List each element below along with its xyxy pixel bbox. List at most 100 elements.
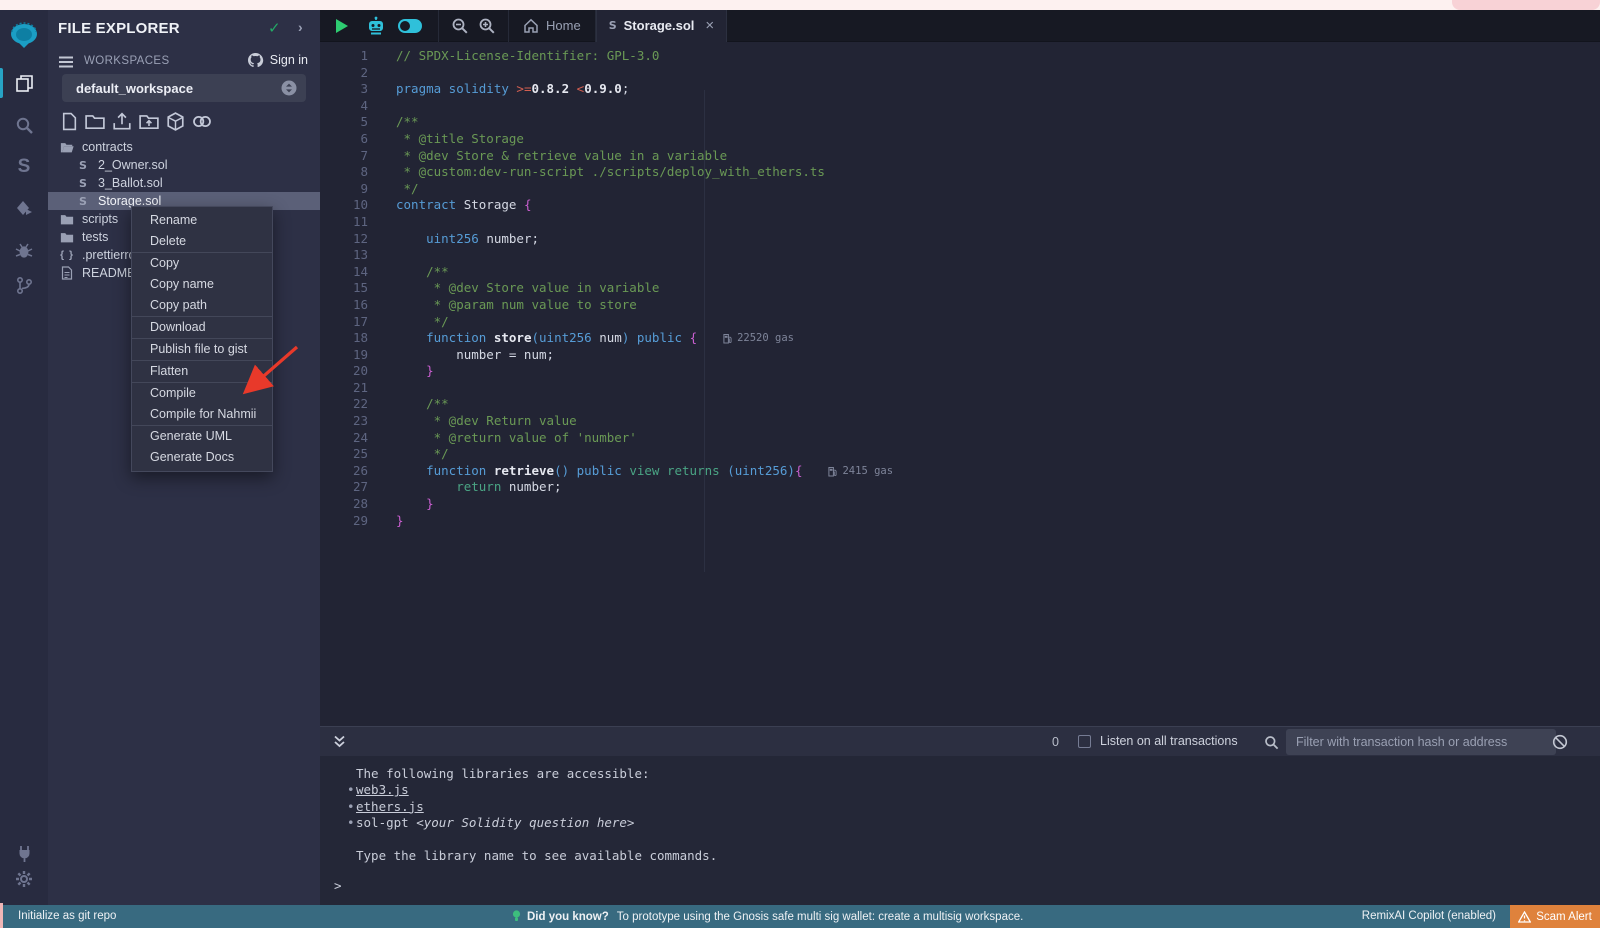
line-number: 9 <box>320 181 372 198</box>
line-number: 21 <box>320 380 372 397</box>
line-number: 12 <box>320 231 372 248</box>
line-number: 22 <box>320 396 372 413</box>
ai-copilot-toggle[interactable] <box>398 19 422 33</box>
lightbulb-icon <box>512 910 521 923</box>
line-number: 2 <box>320 65 372 82</box>
did-you-know-tip: Did you know? To prototype using the Gno… <box>512 910 1023 923</box>
workspace-dropdown[interactable]: default_workspace <box>62 74 306 102</box>
transaction-filter-input[interactable] <box>1286 729 1556 755</box>
template-cube-icon[interactable] <box>166 112 185 131</box>
panel-title: FILE EXPLORER <box>58 20 180 37</box>
menu-item-copy-name[interactable]: Copy name <box>132 274 272 295</box>
code-line: 26 function retrieve() public view retur… <box>320 463 1600 480</box>
code-line: 25 */ <box>320 446 1600 463</box>
code-line: 3pragma solidity >=0.8.2 <0.9.0; <box>320 81 1600 98</box>
line-number: 23 <box>320 413 372 430</box>
line-number: 8 <box>320 164 372 181</box>
menu-item-generate-docs[interactable]: Generate Docs <box>132 447 272 468</box>
code-line: 1// SPDX-License-Identifier: GPL-3.0 <box>320 48 1600 65</box>
code-editor[interactable]: 1// SPDX-License-Identifier: GPL-3.023pr… <box>320 42 1600 726</box>
scam-alert-button[interactable]: Scam Alert <box>1510 905 1600 928</box>
line-number: 17 <box>320 314 372 331</box>
remix-ai-robot-icon[interactable] <box>366 16 386 36</box>
line-number: 29 <box>320 513 372 530</box>
expand-terminal-icon[interactable] <box>332 734 347 749</box>
menu-item-copy[interactable]: Copy <box>132 253 272 274</box>
menu-item-delete[interactable]: Delete <box>132 231 272 252</box>
listen-checkbox[interactable] <box>1078 735 1091 748</box>
copilot-status[interactable]: RemixAI Copilot (enabled) <box>1362 910 1496 922</box>
zoom-in-icon[interactable] <box>478 17 496 35</box>
code-line: 19 number = num; <box>320 347 1600 364</box>
hamburger-icon[interactable] <box>58 55 74 69</box>
line-number: 4 <box>320 98 372 115</box>
tab-storage-sol[interactable]: S Storage.sol × <box>596 10 728 42</box>
browser-top-strip <box>0 0 1600 10</box>
gas-estimate: 2415 gas <box>828 463 893 480</box>
sidebar-item-settings[interactable] <box>0 862 48 896</box>
run-script-icon[interactable] <box>336 19 348 33</box>
terminal-search-icon[interactable] <box>1264 735 1279 750</box>
gas-estimate: 22520 gas <box>723 330 794 347</box>
new-file-icon[interactable] <box>60 112 78 131</box>
library-link[interactable]: ethers.js <box>356 799 424 814</box>
remix-logo-icon[interactable] <box>0 16 48 56</box>
bullet: • <box>347 799 355 815</box>
library-link[interactable]: web3.js <box>356 782 409 797</box>
code-line: 16 * @param num value to store <box>320 297 1600 314</box>
tree-item-2-owner-sol[interactable]: S2_Owner.sol <box>48 156 320 174</box>
line-number: 24 <box>320 430 372 447</box>
line-number: 15 <box>320 280 372 297</box>
code-line: 4 <box>320 98 1600 115</box>
sidebar-item-debugger[interactable] <box>0 234 48 268</box>
sidebar-item-file-explorer[interactable] <box>0 66 48 100</box>
code-line: 12 uint256 number; <box>320 231 1600 248</box>
clear-console-icon[interactable] <box>1552 734 1568 750</box>
line-number: 26 <box>320 463 372 480</box>
new-folder-icon[interactable] <box>85 112 105 131</box>
code-line: 15 * @dev Store value in variable <box>320 280 1600 297</box>
line-number: 18 <box>320 330 372 347</box>
link-icon[interactable] <box>192 112 212 131</box>
line-number: 25 <box>320 446 372 463</box>
tab-home[interactable]: Home <box>509 10 595 42</box>
code-lines: 1// SPDX-License-Identifier: GPL-3.023pr… <box>320 48 1600 529</box>
code-line: 13 <box>320 247 1600 264</box>
menu-item-rename[interactable]: Rename <box>132 210 272 231</box>
code-line: 29} <box>320 513 1600 530</box>
sidebar-item-git[interactable] <box>0 268 48 302</box>
sidebar-item-deploy-run[interactable] <box>0 192 48 226</box>
menu-item-copy-path[interactable]: Copy path <box>132 295 272 316</box>
tree-item-contracts[interactable]: contracts <box>48 138 320 156</box>
tip-text: To prototype using the Gnosis safe multi… <box>617 911 1024 923</box>
line-number: 10 <box>320 197 372 214</box>
line-number: 3 <box>320 81 372 98</box>
code-line: 20 } <box>320 363 1600 380</box>
sign-in-button[interactable]: Sign in <box>247 52 308 67</box>
menu-item-compile-for-nahmii[interactable]: Compile for Nahmii <box>132 404 272 425</box>
github-icon <box>247 52 264 67</box>
terminal-prompt[interactable]: > <box>334 878 342 893</box>
chevron-right-icon[interactable]: › <box>298 19 303 35</box>
line-number: 5 <box>320 114 372 131</box>
terminal-output[interactable]: The following libraries are accessible:•… <box>320 756 1600 905</box>
menu-item-generate-uml[interactable]: Generate UML <box>132 426 272 447</box>
close-tab-icon[interactable]: × <box>705 17 714 34</box>
zoom-out-icon[interactable] <box>451 17 469 35</box>
git-init-button[interactable]: Initialize as git repo <box>18 910 116 922</box>
active-indicator <box>0 68 3 98</box>
sign-in-label: Sign in <box>270 53 308 67</box>
tab-home-label: Home <box>546 18 581 33</box>
sidebar-item-solidity-compiler[interactable]: S <box>0 150 48 184</box>
upload-folder-icon[interactable] <box>139 112 159 131</box>
terminal-line: Type the library name to see available c… <box>356 848 717 864</box>
tree-item-3-ballot-sol[interactable]: S3_Ballot.sol <box>48 174 320 192</box>
line-number: 13 <box>320 247 372 264</box>
code-line: 6 * @title Storage <box>320 131 1600 148</box>
upload-file-icon[interactable] <box>112 112 132 131</box>
code-line: 8 * @custom:dev-run-script ./scripts/dep… <box>320 164 1600 181</box>
code-line: 28 } <box>320 496 1600 513</box>
code-line: 18 function store(uint256 num) public {2… <box>320 330 1600 347</box>
code-line: 10contract Storage { <box>320 197 1600 214</box>
sidebar-item-search[interactable] <box>0 108 48 142</box>
